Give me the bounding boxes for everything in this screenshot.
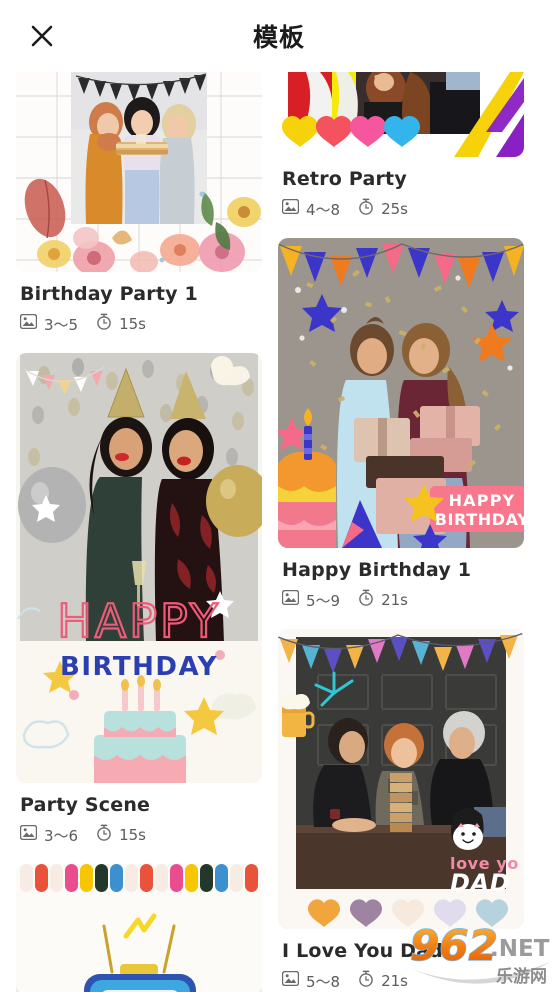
template-title: Retro Party bbox=[282, 168, 407, 190]
cartoon-face-sticker bbox=[451, 808, 484, 850]
template-thumbnail[interactable] bbox=[16, 864, 262, 992]
template-picker-screen: 模板 Birthday Party 1 3〜5 15s HAPPY BIRTHD… bbox=[0, 0, 558, 992]
retro-tv-artwork bbox=[16, 864, 262, 992]
photo-count-text: 3〜5 bbox=[44, 315, 79, 334]
stopwatch-icon bbox=[358, 589, 374, 611]
template-card-i-love-you-dad[interactable]: love yo DAD I Love You Dad 5〜8 21s bbox=[278, 629, 524, 992]
duration: 15s bbox=[96, 313, 146, 335]
template-thumbnail[interactable]: HAPPY BIRTHDAY bbox=[278, 238, 524, 548]
image-icon bbox=[19, 824, 38, 845]
template-card-retro-party[interactable]: Retro Party 4〜8 25s bbox=[278, 72, 524, 220]
template-list-scroll[interactable]: Birthday Party 1 3〜5 15s HAPPY BIRTHDAY … bbox=[0, 72, 558, 992]
template-title: I Love You Dad bbox=[282, 940, 443, 962]
image-icon bbox=[281, 970, 300, 991]
duration: 15s bbox=[96, 824, 146, 846]
template-meta: 4〜8 25s bbox=[281, 198, 524, 220]
template-thumbnail[interactable]: HAPPY BIRTHDAY bbox=[16, 353, 262, 783]
template-thumbnail[interactable]: love yo DAD bbox=[278, 629, 524, 929]
image-icon bbox=[281, 198, 300, 219]
template-column-right: Retro Party 4〜8 25s HAPPY BIRTHDAY Happy… bbox=[278, 72, 524, 992]
duration: 21s bbox=[358, 970, 408, 992]
i-love-you-dad-artwork: love yo DAD bbox=[278, 629, 524, 929]
photo-count-text: 5〜9 bbox=[306, 591, 341, 610]
template-column-left: Birthday Party 1 3〜5 15s HAPPY BIRTHDAY … bbox=[16, 72, 262, 992]
retro-party-artwork bbox=[278, 72, 524, 157]
stopwatch-icon bbox=[96, 824, 112, 846]
image-icon bbox=[281, 589, 300, 610]
photo-count: 3〜5 bbox=[19, 313, 79, 335]
banner-line2: BIRTHDAY bbox=[435, 510, 524, 529]
template-meta: 5〜8 21s bbox=[281, 970, 524, 992]
dad-overlay-line2: DAD bbox=[450, 869, 510, 897]
photo-count: 4〜8 bbox=[281, 198, 341, 220]
duration-text: 25s bbox=[381, 200, 408, 218]
duration: 21s bbox=[358, 589, 408, 611]
party-scene-artwork: HAPPY BIRTHDAY bbox=[16, 353, 262, 783]
party-scene-overlay-line1: HAPPY bbox=[57, 594, 221, 648]
template-thumbnail[interactable] bbox=[278, 72, 524, 157]
duration-text: 15s bbox=[119, 826, 146, 844]
page-title: 模板 bbox=[252, 23, 305, 52]
photo-count: 5〜9 bbox=[281, 589, 341, 611]
close-button[interactable] bbox=[22, 16, 62, 56]
banner-line1: HAPPY bbox=[449, 491, 516, 510]
template-title: Happy Birthday 1 bbox=[282, 559, 472, 581]
happy-birthday-banner: HAPPY BIRTHDAY bbox=[430, 486, 524, 532]
photo-count-text: 5〜8 bbox=[306, 972, 341, 991]
template-meta: 3〜5 15s bbox=[19, 313, 262, 335]
duration-text: 21s bbox=[381, 972, 408, 990]
close-x-icon bbox=[29, 23, 55, 49]
header-bar: 模板 bbox=[0, 0, 558, 72]
template-card-party-scene[interactable]: HAPPY BIRTHDAY Party Scene 3〜6 15s bbox=[16, 353, 262, 846]
photo-count-text: 4〜8 bbox=[306, 200, 341, 219]
party-scene-overlay-line2: BIRTHDAY bbox=[60, 652, 218, 682]
duration-text: 21s bbox=[381, 591, 408, 609]
template-card-retro-tv[interactable] bbox=[16, 864, 262, 992]
duration: 25s bbox=[358, 198, 408, 220]
template-card-happy-birthday-1[interactable]: HAPPY BIRTHDAY Happy Birthday 1 5〜9 21s bbox=[278, 238, 524, 611]
template-meta: 5〜9 21s bbox=[281, 589, 524, 611]
template-card-birthday-party-1[interactable]: Birthday Party 1 3〜5 15s bbox=[16, 72, 262, 335]
photo-count: 3〜6 bbox=[19, 824, 79, 846]
stopwatch-icon bbox=[358, 970, 374, 992]
template-meta: 3〜6 15s bbox=[19, 824, 262, 846]
photo-count: 5〜8 bbox=[281, 970, 341, 992]
birthday-party-1-artwork bbox=[16, 72, 262, 272]
template-title: Party Scene bbox=[20, 794, 151, 816]
photo-count-text: 3〜6 bbox=[44, 826, 79, 845]
image-icon bbox=[19, 313, 38, 334]
template-grid: Birthday Party 1 3〜5 15s HAPPY BIRTHDAY … bbox=[0, 72, 558, 992]
stopwatch-icon bbox=[358, 198, 374, 220]
template-title: Birthday Party 1 bbox=[20, 283, 198, 305]
stopwatch-icon bbox=[96, 313, 112, 335]
duration-text: 15s bbox=[119, 315, 146, 333]
happy-birthday-1-artwork: HAPPY BIRTHDAY bbox=[278, 238, 524, 548]
template-thumbnail[interactable] bbox=[16, 72, 262, 272]
